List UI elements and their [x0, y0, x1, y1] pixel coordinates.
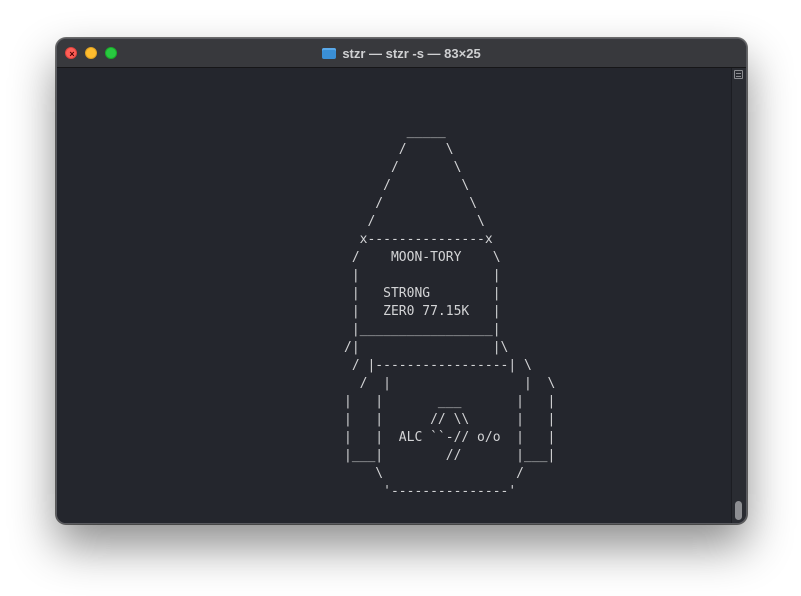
terminal-line: / MOON-TORY \ — [344, 250, 501, 265]
terminal-line: | ZER0 77.15K | — [344, 304, 501, 319]
terminal-line: | STR0NG | — [344, 286, 501, 301]
terminal-line: | | — [344, 268, 501, 283]
title-bar[interactable]: × stzr — stzr -s — 83×25 — [57, 39, 746, 68]
scroll-thumb[interactable] — [735, 501, 742, 520]
terminal-line: / | | \ — [344, 376, 556, 391]
terminal-line: / |-----------------| \ — [344, 358, 532, 373]
terminal-line: | | ___ | | — [344, 394, 556, 409]
terminal-line: / \ — [344, 178, 470, 193]
ascii-art: _____ / \ / \ / \ / \ / \ x-------------… — [344, 123, 555, 501]
folder-icon — [322, 47, 337, 59]
terminal-content[interactable]: _____ / \ / \ / \ / \ / \ x-------------… — [57, 68, 732, 523]
terminal-line: x---------------x — [344, 232, 493, 247]
terminal-line: |___| // |___| — [344, 448, 556, 463]
terminal-line: / \ — [344, 160, 462, 175]
terminal-line: |_________________| — [344, 322, 501, 337]
terminal-line: _____ — [344, 124, 446, 139]
window-title: stzr — stzr -s — 83×25 — [57, 39, 746, 67]
split-pane-icon[interactable] — [734, 70, 743, 79]
terminal-window: × stzr — stzr -s — 83×25 _____ / \ / \ /… — [56, 38, 747, 524]
terminal-line: / \ — [344, 142, 454, 157]
terminal-line: / \ — [344, 214, 485, 229]
vertical-scrollbar[interactable] — [731, 68, 746, 523]
terminal-line: '---------------' — [344, 484, 517, 499]
terminal-line: | | // \\ | | — [344, 412, 556, 427]
terminal-line: \ / — [344, 466, 525, 481]
terminal-line: | | ALC ``-// o/o | | — [344, 430, 556, 445]
terminal-line: / \ — [344, 196, 478, 211]
window-title-text: stzr — stzr -s — 83×25 — [342, 45, 481, 61]
terminal-line: /| |\ — [344, 340, 509, 355]
